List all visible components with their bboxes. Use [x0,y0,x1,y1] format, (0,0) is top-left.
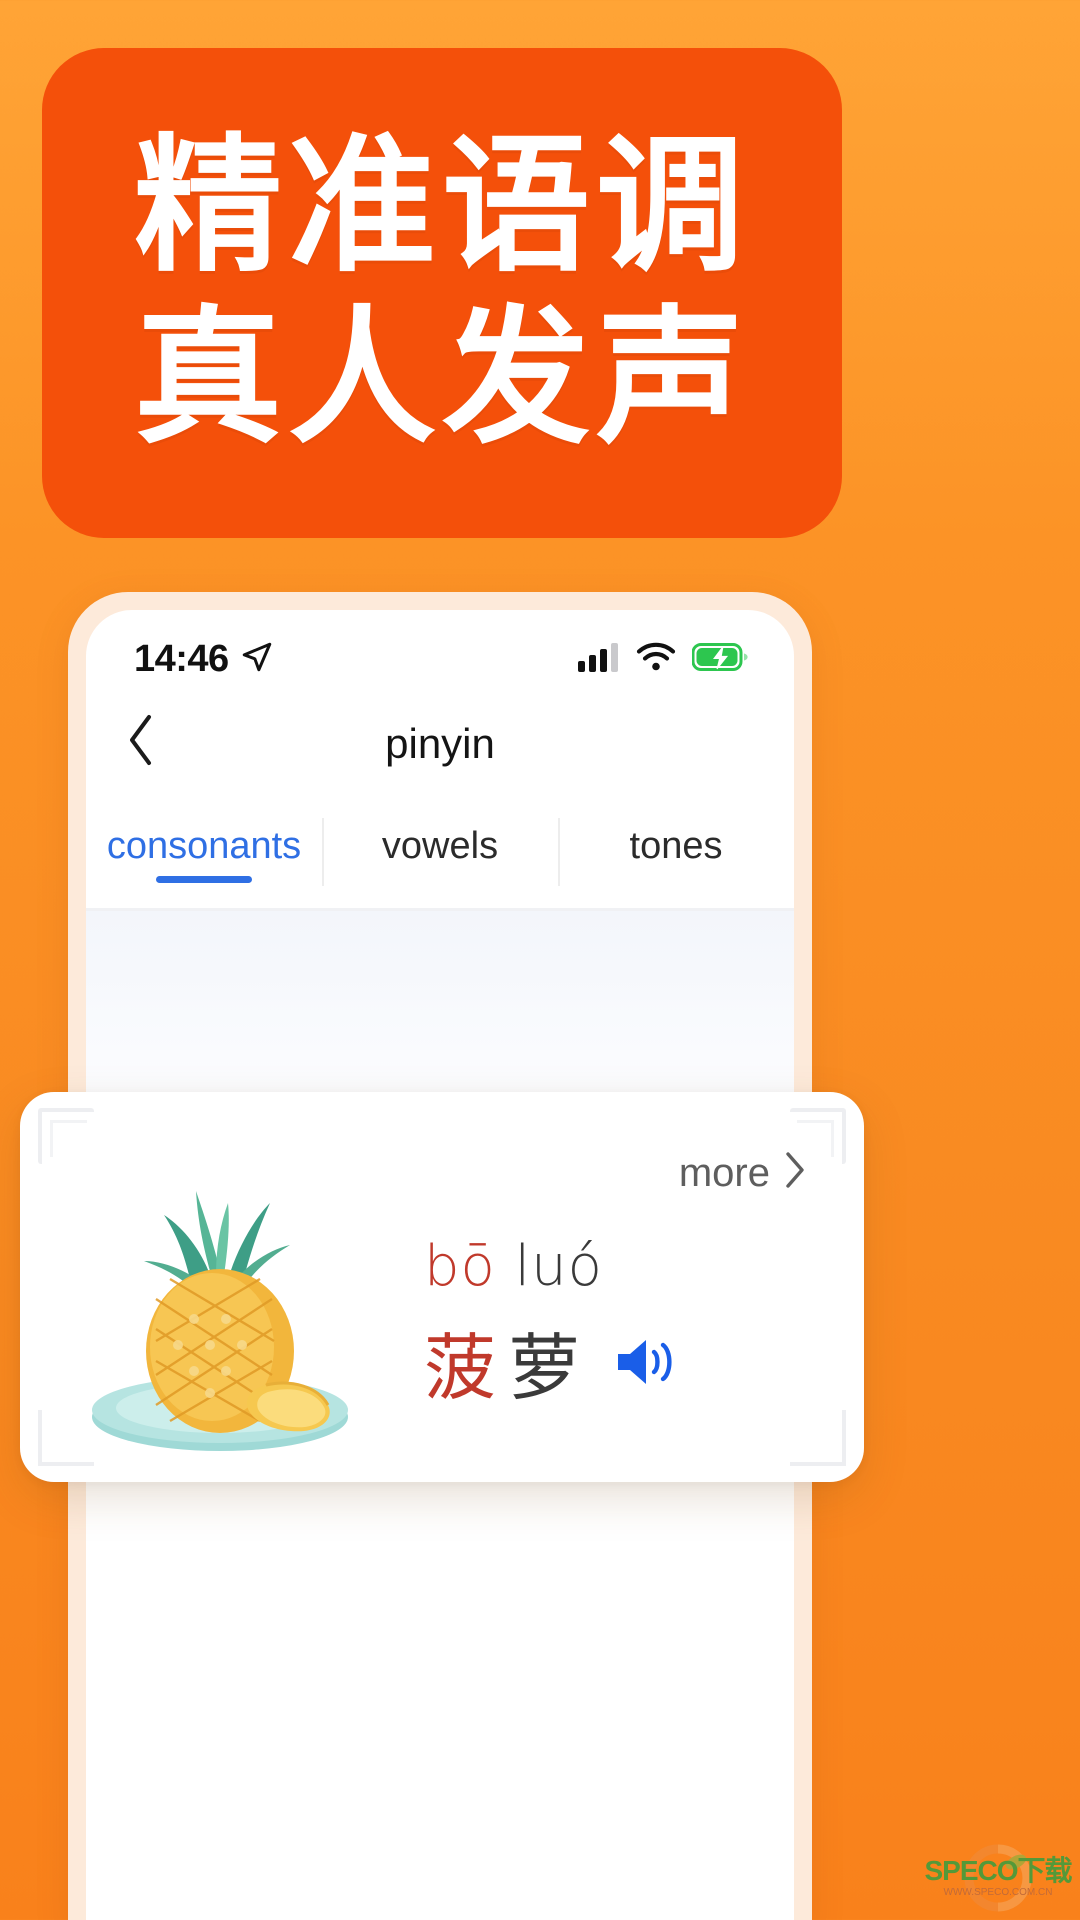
status-time: 14:46 [134,637,229,680]
tab-vowels-label: vowels [381,825,499,867]
tab-underline-placeholder [628,876,724,883]
banner-headline-line-1: 精准语调 [134,120,750,293]
pineapple-illustration [20,1179,420,1469]
watermark-url: WWW.SPECO.COM.CN [943,1886,1053,1898]
status-bar-right [578,642,748,677]
speaker-icon[interactable] [612,1334,674,1390]
tab-tones-label: tones [629,825,723,867]
cellular-signal-icon [578,642,620,677]
hanzi-characters: 菠萝 [424,1309,592,1414]
tab-underline-placeholder [392,876,488,883]
page-title: pinyin [385,720,495,767]
location-arrow-icon [240,640,274,679]
tab-vowels[interactable]: vowels [322,800,558,908]
card-corner-ornament-icon [38,1108,94,1164]
banner-headline-line-2: 真人发声 [134,292,750,464]
word-detail-card: more bō luó 菠萝 [20,1092,864,1482]
tab-bar: consonants vowels tones [86,800,794,908]
tab-consonants-label: consonants [106,825,302,867]
pinyin-syllable-first: bō [424,1234,496,1299]
battery-charging-icon [691,642,748,677]
nav-bar: pinyin [86,688,794,800]
tab-tones[interactable]: tones [558,800,794,908]
tab-consonants[interactable]: consonants [86,800,322,908]
wifi-icon [636,642,676,677]
status-bar-left: 14:46 [134,638,274,681]
hanzi-char-first: 菠 [424,1326,509,1410]
hanzi-char-rest: 萝 [508,1326,593,1410]
watermark-title: SPECO下载 [924,1854,1072,1886]
pinyin-syllable-rest: luó [514,1234,603,1299]
promo-banner: 精准语调 真人发声 [42,48,842,538]
hanzi-row: 菠萝 [424,1309,864,1414]
tab-active-underline [156,876,252,883]
pinyin-reading: bō luó [424,1234,864,1299]
card-body: bō luó 菠萝 [20,1166,864,1482]
watermark-text: SPECO下载 WWW.SPECO.COM.CN [924,1854,1072,1898]
status-bar: 14:46 [86,610,794,688]
word-info: bō luó 菠萝 [420,1234,864,1414]
site-watermark: SPECO下载 WWW.SPECO.COM.CN [924,1840,1073,1914]
chevron-left-icon[interactable] [126,713,156,776]
